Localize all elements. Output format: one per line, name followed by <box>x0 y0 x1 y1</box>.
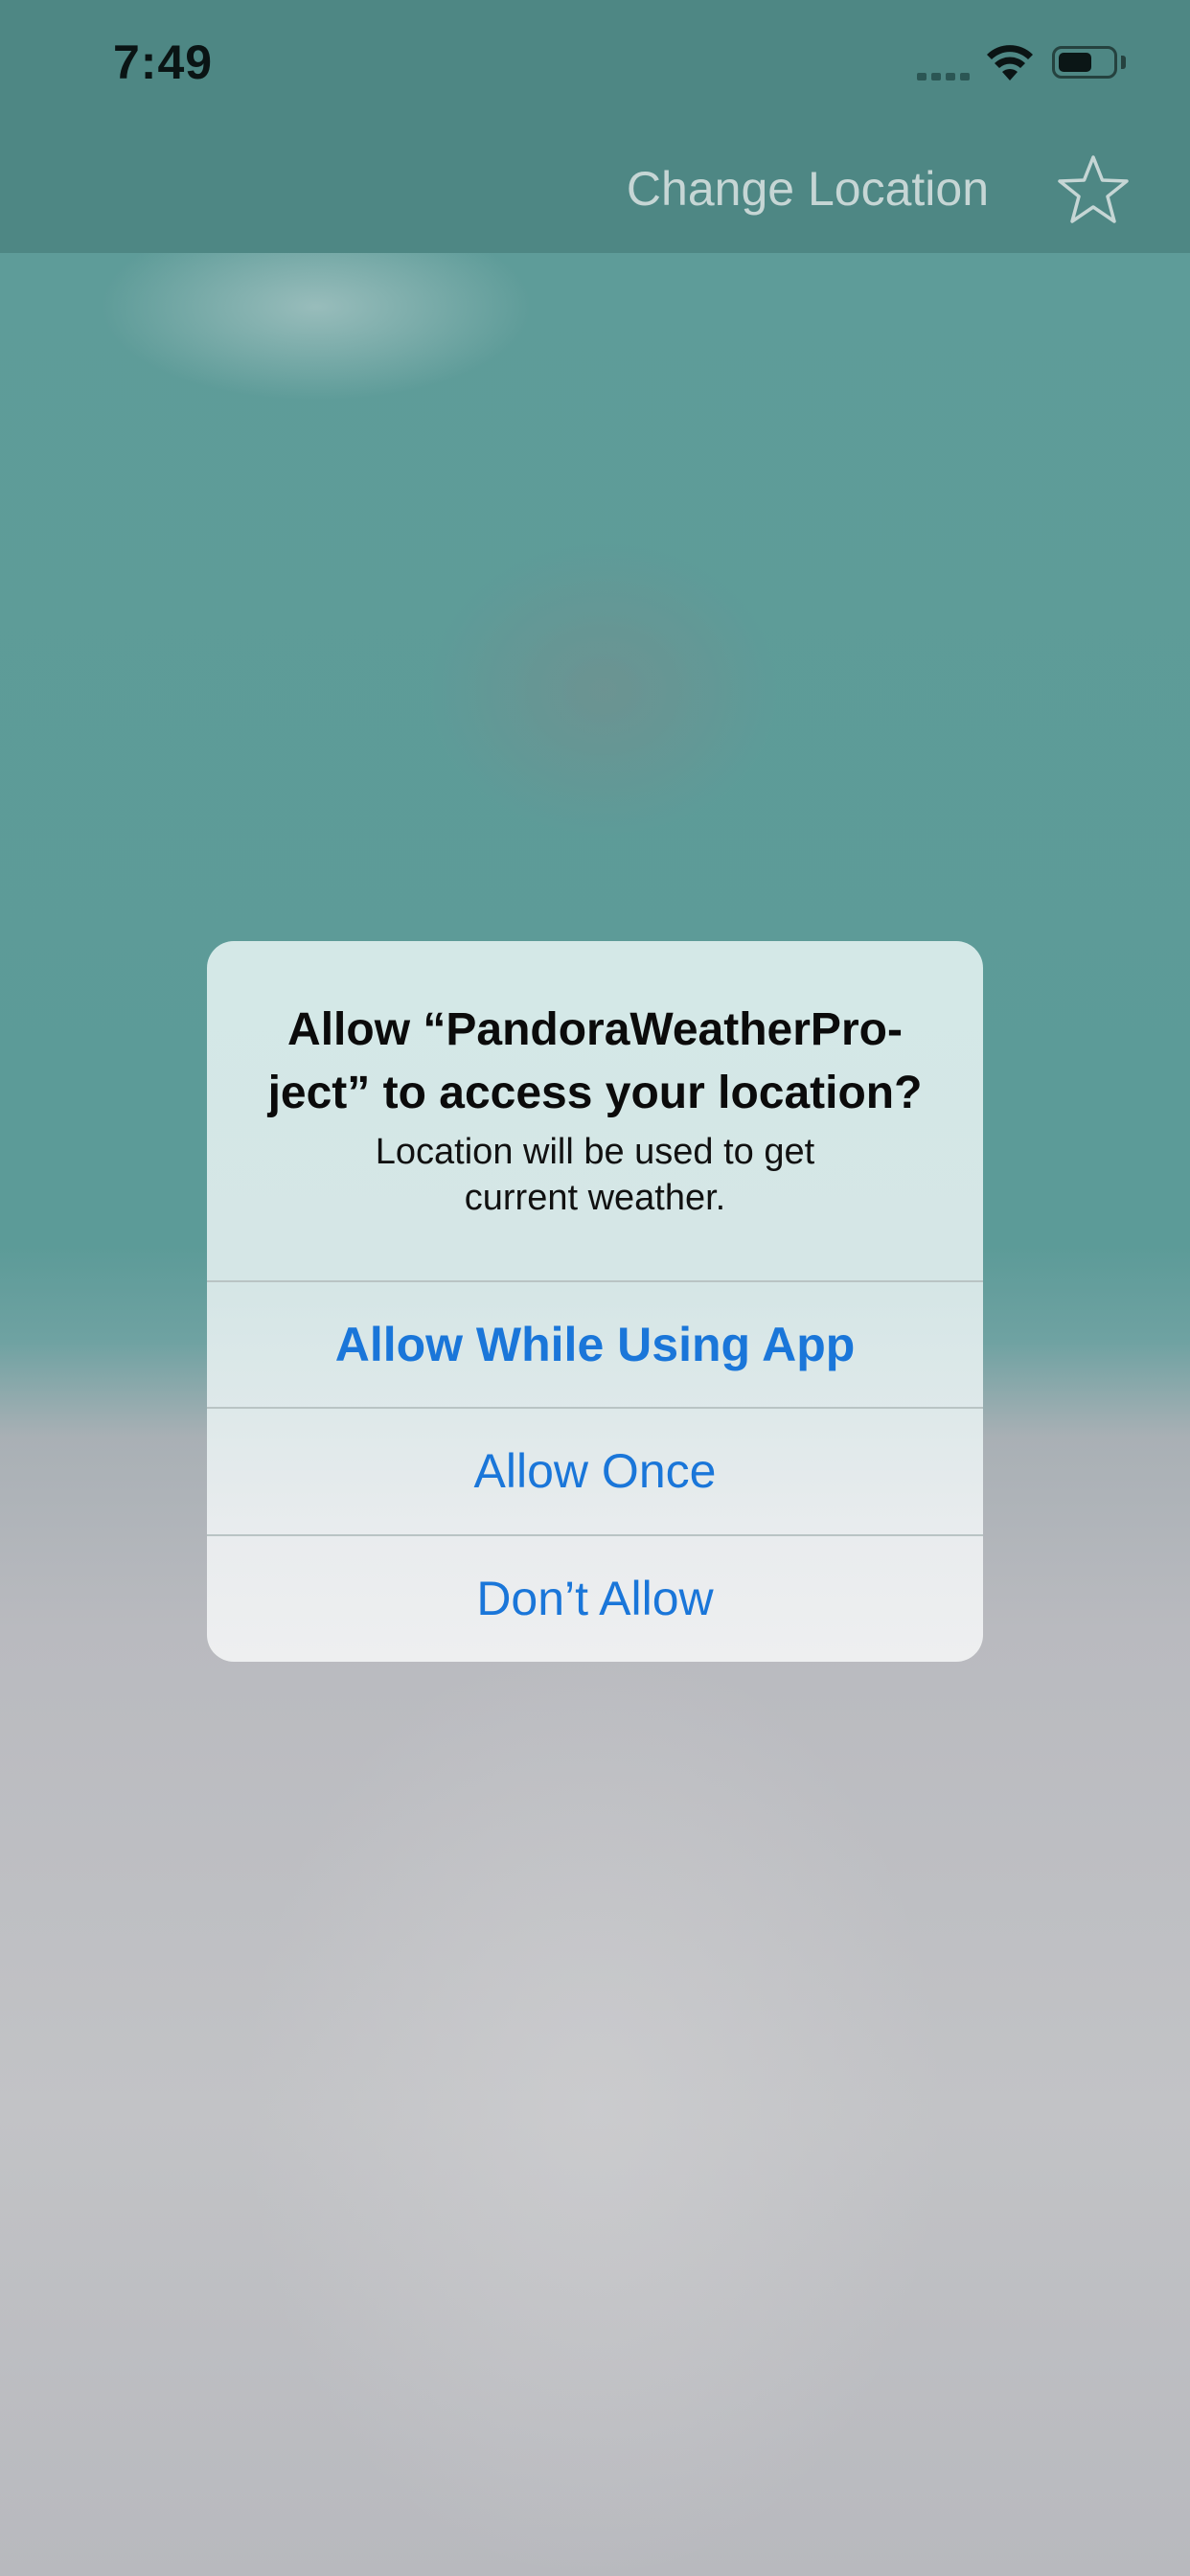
dont-allow-button[interactable]: Don’t Allow <box>207 1536 983 1661</box>
battery-tip <box>1121 56 1126 69</box>
status-time: 7:49 <box>113 35 214 89</box>
alert-message-line-2: current weather. <box>464 1178 726 1218</box>
allow-while-using-app-button[interactable]: Allow While Using App <box>207 1282 983 1407</box>
app-screen: 7:49 Change Location Allow “PandoraWeath… <box>0 0 1190 2576</box>
wifi-icon <box>987 45 1033 80</box>
top-bar: 7:49 Change Location <box>0 0 1190 253</box>
alert-message: Location will be used to get current wea… <box>264 1129 926 1221</box>
alert-title-line-1: Allow “PandoraWeatherPro- <box>287 1004 903 1055</box>
battery-level <box>1059 53 1091 72</box>
star-icon[interactable] <box>1056 153 1131 226</box>
allow-once-button[interactable]: Allow Once <box>207 1409 983 1533</box>
location-permission-alert: Allow “PandoraWeatherPro- ject” to acces… <box>207 941 983 1662</box>
alert-header: Allow “PandoraWeatherPro- ject” to acces… <box>207 941 983 1280</box>
battery-icon <box>1052 46 1117 79</box>
alert-title-line-2: ject” to access your location? <box>267 1068 923 1118</box>
alert-message-line-1: Location will be used to get <box>375 1132 815 1172</box>
change-location-button[interactable]: Change Location <box>627 161 989 217</box>
alert-title: Allow “PandoraWeatherPro- ject” to acces… <box>245 999 945 1125</box>
cellular-signal-icon <box>917 71 971 80</box>
